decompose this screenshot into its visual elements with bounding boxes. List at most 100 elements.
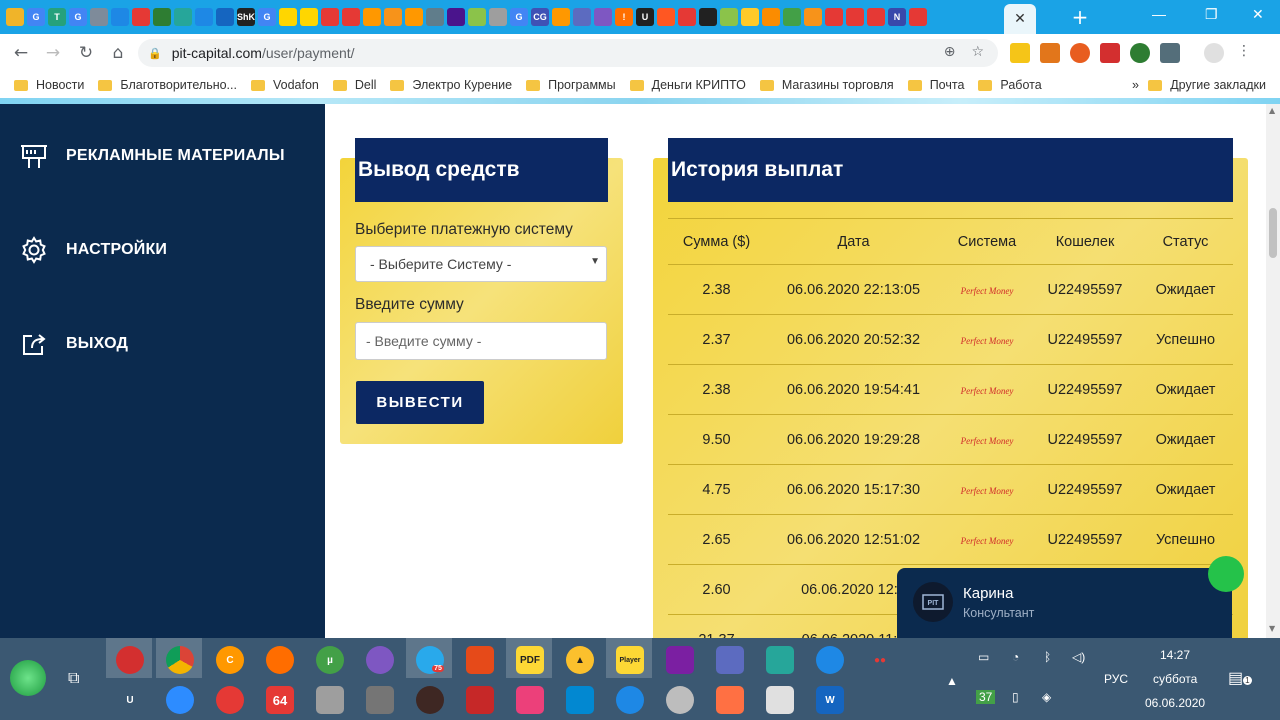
tab-favicon-icon[interactable] xyxy=(405,8,423,26)
tab-favicon-icon[interactable] xyxy=(321,8,339,26)
app-icon[interactable] xyxy=(416,686,444,714)
bookmark-star-icon[interactable]: ☆ xyxy=(971,44,984,60)
tab-favicon-icon[interactable] xyxy=(741,8,759,26)
store-icon[interactable] xyxy=(566,686,594,714)
tab-favicon-icon[interactable] xyxy=(825,8,843,26)
pdf-app-icon[interactable]: PDF xyxy=(516,646,544,674)
tab-favicon-icon[interactable] xyxy=(489,8,507,26)
app-icon[interactable] xyxy=(716,686,744,714)
bookmark-folder[interactable]: Новости xyxy=(14,78,84,92)
battery-icon[interactable]: ▭ xyxy=(978,650,989,664)
utorrent-icon[interactable]: µ xyxy=(316,646,344,674)
tab-favicon-icon[interactable]: N xyxy=(888,8,906,26)
tab-favicon-icon[interactable] xyxy=(447,8,465,26)
close-tab-icon[interactable]: ✕ xyxy=(1014,11,1026,27)
task-view-icon[interactable]: ⧉ xyxy=(68,668,79,688)
translate-icon[interactable]: ⊕ xyxy=(944,44,956,60)
page-scrollbar[interactable]: ▲ ▼ xyxy=(1266,104,1280,638)
tab-favicon-icon[interactable] xyxy=(153,8,171,26)
app-icon[interactable] xyxy=(716,646,744,674)
tab-favicon-icon[interactable] xyxy=(678,8,696,26)
bookmark-folder[interactable]: Деньги КРИПТО xyxy=(629,78,746,92)
firefox-icon[interactable] xyxy=(266,646,294,674)
back-icon[interactable]: ← xyxy=(8,40,34,66)
visual-studio-icon[interactable] xyxy=(666,646,694,674)
reload-icon[interactable]: ↻ xyxy=(73,40,99,66)
home-icon[interactable]: ⌂ xyxy=(105,40,131,66)
bookmark-folder[interactable]: Vodafon xyxy=(250,78,319,92)
viber-icon[interactable] xyxy=(366,646,394,674)
profile-avatar[interactable] xyxy=(1204,43,1224,63)
aida64-icon[interactable]: 64 xyxy=(266,686,294,714)
tab-favicon-icon[interactable] xyxy=(468,8,486,26)
close-window-icon[interactable]: ✕ xyxy=(1252,6,1264,23)
tab-favicon-icon[interactable] xyxy=(6,8,24,26)
tab-favicon-icon[interactable] xyxy=(909,8,927,26)
tab-favicon-icon[interactable]: U xyxy=(636,8,654,26)
forward-icon[interactable]: → xyxy=(40,40,66,66)
app-icon[interactable] xyxy=(366,686,394,714)
network-app-icon[interactable] xyxy=(816,646,844,674)
tray-overflow-icon[interactable]: ▲ xyxy=(946,674,958,688)
chrome-icon[interactable] xyxy=(166,646,194,674)
app-icon[interactable]: U xyxy=(116,686,144,714)
extension-icon[interactable] xyxy=(1130,43,1150,63)
zoom-icon[interactable] xyxy=(166,686,194,714)
tab-favicon-icon[interactable] xyxy=(111,8,129,26)
tab-favicon-icon[interactable] xyxy=(699,8,717,26)
volume-icon[interactable]: ◁) xyxy=(1072,650,1085,664)
word-icon[interactable]: W xyxy=(816,686,844,714)
new-tab-button[interactable]: + xyxy=(1068,5,1092,29)
coin-app-icon[interactable]: C xyxy=(216,646,244,674)
eye-app-icon[interactable] xyxy=(466,646,494,674)
tab-favicon-icon[interactable] xyxy=(594,8,612,26)
extension-icon[interactable] xyxy=(1100,43,1120,63)
tab-favicon-icon[interactable]: G xyxy=(258,8,276,26)
tab-favicon-icon[interactable] xyxy=(384,8,402,26)
app-icon[interactable] xyxy=(466,686,494,714)
tab-favicon-icon[interactable] xyxy=(216,8,234,26)
tab-favicon-icon[interactable] xyxy=(342,8,360,26)
chat-widget[interactable]: PIT Карина Консультант xyxy=(897,556,1244,638)
opera-icon[interactable] xyxy=(116,646,144,674)
tab-favicon-icon[interactable] xyxy=(90,8,108,26)
minimize-icon[interactable]: — xyxy=(1152,6,1166,22)
usb-icon[interactable]: ▯ xyxy=(1012,690,1019,704)
tray-app-icon[interactable]: ◈ xyxy=(1042,690,1051,704)
telegram-icon[interactable]: 75 xyxy=(416,646,444,674)
withdraw-button[interactable]: ВЫВЕСТИ xyxy=(356,381,484,424)
extension-icon[interactable] xyxy=(1070,43,1090,63)
tab-favicon-icon[interactable] xyxy=(426,8,444,26)
tab-favicon-icon[interactable] xyxy=(132,8,150,26)
app-icon[interactable] xyxy=(316,686,344,714)
tab-favicon-icon[interactable] xyxy=(195,8,213,26)
lock-icon[interactable]: 🔒 xyxy=(148,47,162,60)
app-icon[interactable]: ●● xyxy=(866,646,894,674)
tab-favicon-icon[interactable] xyxy=(783,8,801,26)
notifications-icon[interactable]: ▤ 1 xyxy=(1228,668,1252,688)
calculator-icon[interactable] xyxy=(766,686,794,714)
sidebar-item-settings[interactable]: НАСТРОЙКИ xyxy=(20,236,167,264)
tab-favicon-icon[interactable]: G xyxy=(69,8,87,26)
tab-favicon-icon[interactable] xyxy=(867,8,885,26)
bookmark-folder[interactable]: Работа xyxy=(978,78,1042,92)
clock-time[interactable]: 14:27 xyxy=(1160,648,1190,662)
start-button[interactable] xyxy=(10,660,46,696)
app-icon[interactable] xyxy=(216,686,244,714)
app-icon[interactable] xyxy=(766,646,794,674)
other-bookmarks[interactable]: Другие закладки xyxy=(1148,78,1266,92)
wifi-icon[interactable]: ◔ xyxy=(1012,650,1019,664)
app-icon[interactable] xyxy=(666,686,694,714)
player-icon[interactable]: Player xyxy=(616,646,644,674)
bluetooth-icon[interactable]: ᛒ xyxy=(1044,650,1051,664)
scroll-up-icon[interactable]: ▲ xyxy=(1269,106,1275,115)
restore-icon[interactable]: ❐ xyxy=(1205,6,1218,23)
tab-favicon-icon[interactable] xyxy=(657,8,675,26)
payment-system-select[interactable]: - Выберите Систему - ▼ xyxy=(355,246,607,282)
tab-favicon-icon[interactable] xyxy=(573,8,591,26)
tab-favicon-icon[interactable] xyxy=(846,8,864,26)
bookmark-folder[interactable]: Программы xyxy=(526,78,616,92)
metamask-icon[interactable] xyxy=(1040,43,1060,63)
app-icon[interactable] xyxy=(616,686,644,714)
app-icon[interactable]: ▲ xyxy=(566,646,594,674)
